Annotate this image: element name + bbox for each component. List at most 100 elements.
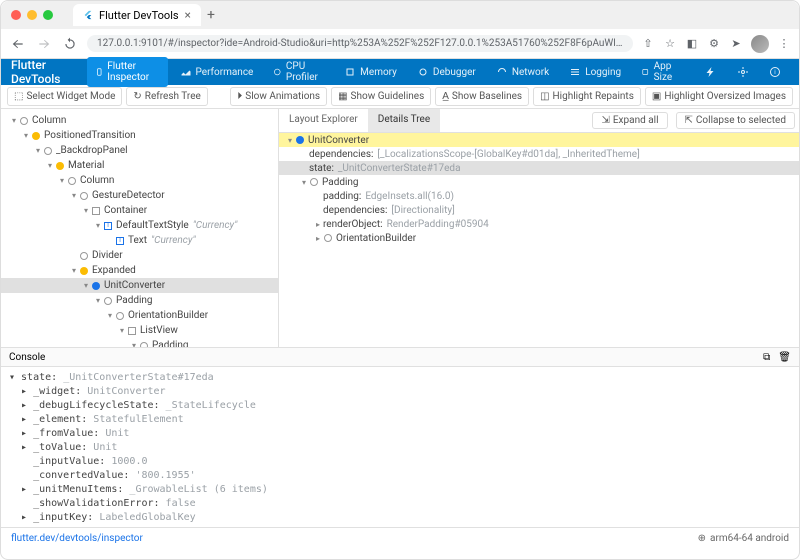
details-label: dependencies: xyxy=(323,205,387,216)
tree-row[interactable]: ▾Column xyxy=(1,173,278,188)
extension-icon[interactable]: ◧ xyxy=(685,37,699,51)
settings-icon[interactable] xyxy=(729,62,757,82)
tree-row[interactable]: ▾Container xyxy=(1,203,278,218)
tab-performance[interactable]: Performance xyxy=(172,62,262,82)
tree-row[interactable]: ▾Padding xyxy=(1,293,278,308)
arrow-icon[interactable]: ➤ xyxy=(729,37,743,51)
expander-icon[interactable]: ▾ xyxy=(285,136,295,145)
details-row[interactable]: ▸OrientationBuilder xyxy=(279,231,799,245)
expander-icon[interactable]: ▾ xyxy=(93,296,103,305)
expander-icon[interactable]: ▾ xyxy=(69,266,79,275)
console-output[interactable]: ▾ state: _UnitConverterState#17eda ▸ _wi… xyxy=(1,367,799,527)
expander-icon[interactable]: ▾ xyxy=(57,176,67,185)
close-tab-icon[interactable]: × xyxy=(185,8,191,22)
expander-icon[interactable]: ▾ xyxy=(105,311,115,320)
star-icon[interactable]: ☆ xyxy=(663,37,677,51)
minimize-window-button[interactable] xyxy=(27,10,37,20)
flutter-logo-icon xyxy=(83,10,93,20)
tab-debugger[interactable]: Debugger xyxy=(409,62,484,82)
expander-icon[interactable]: ▾ xyxy=(21,131,31,140)
tree-row[interactable]: ▾GestureDetector xyxy=(1,188,278,203)
list-icon xyxy=(569,66,581,78)
close-window-button[interactable] xyxy=(11,10,21,20)
details-row[interactable]: state:_UnitConverterState#17eda xyxy=(279,161,799,175)
expander-icon[interactable]: ▾ xyxy=(81,206,91,215)
tree-row[interactable]: ▾_BackdropPanel xyxy=(1,143,278,158)
tab-network[interactable]: Network xyxy=(488,62,557,82)
details-row[interactable]: ▾UnitConverter xyxy=(279,133,799,147)
tree-row[interactable]: ▾ OrientationBuilder xyxy=(1,308,278,323)
expand-all-button[interactable]: ⇲Expand all xyxy=(592,112,667,129)
node-label: OrientationBuilder xyxy=(128,310,208,321)
info-icon[interactable]: i xyxy=(761,62,789,82)
expander-icon[interactable]: ▾ xyxy=(33,146,43,155)
clear-console-icon[interactable]: 🗑 xyxy=(778,352,791,363)
details-row[interactable]: dependencies:[Directionality] xyxy=(279,203,799,217)
maximize-window-button[interactable] xyxy=(43,10,53,20)
show-baselines-button[interactable]: A̲Show Baselines xyxy=(435,87,529,106)
pointer-icon: ⬚ xyxy=(14,91,23,102)
refresh-tree-button[interactable]: ↻Refresh Tree xyxy=(126,87,207,106)
tab-logging[interactable]: Logging xyxy=(561,62,629,82)
docs-link[interactable]: flutter.dev/devtools/inspector xyxy=(11,533,143,544)
copy-icon[interactable]: ⧉ xyxy=(763,352,770,363)
expander-icon[interactable]: ▾ xyxy=(299,178,309,187)
share-icon[interactable]: ⇧ xyxy=(641,37,655,51)
tree-row[interactable]: ▾UnitConverter xyxy=(1,278,278,293)
highlight-repaints-button[interactable]: ◫Highlight Repaints xyxy=(533,87,641,106)
tree-row[interactable]: ▾TDefaultTextStyle"Currency" xyxy=(1,218,278,233)
slow-animations-button[interactable]: ⏵Slow Animations xyxy=(230,87,327,106)
tree-row[interactable]: TText"Currency" xyxy=(1,233,278,248)
new-tab-button[interactable]: + xyxy=(207,7,215,23)
url-field[interactable]: 127.0.0.1:9101/#/inspector?ide=Android-S… xyxy=(87,35,633,52)
expander-icon[interactable]: ▸ xyxy=(313,234,323,243)
tree-row[interactable]: ▾Padding xyxy=(1,338,278,347)
highlight-oversized-button[interactable]: ▣Highlight Oversized Images xyxy=(645,87,793,106)
profile-avatar[interactable] xyxy=(751,35,769,53)
expander-icon[interactable]: ▾ xyxy=(129,341,139,347)
tab-cpu-profiler[interactable]: CPU Profiler xyxy=(265,57,332,87)
collapse-to-selected-button[interactable]: ⇱Collapse to selected xyxy=(676,112,795,129)
expander-icon[interactable]: ▾ xyxy=(69,191,79,200)
show-guidelines-button[interactable]: ▦Show Guidelines xyxy=(331,87,431,106)
tab-flutter-inspector[interactable]: Flutter Inspector xyxy=(87,57,168,87)
tree-row[interactable]: ▾PositionedTransition xyxy=(1,128,278,143)
details-row[interactable]: ▸renderObject:RenderPadding#05904 xyxy=(279,217,799,231)
select-widget-mode-button[interactable]: ⬚Select Widget Mode xyxy=(7,87,122,106)
expander-icon[interactable]: ▾ xyxy=(117,326,127,335)
details-subtabs: Layout Explorer Details Tree ⇲Expand all… xyxy=(279,109,799,133)
collapse-icon: ⇱ xyxy=(685,115,693,126)
widget-tree-panel[interactable]: ▾Column▾PositionedTransition▾_BackdropPa… xyxy=(1,109,279,347)
tab-app-size[interactable]: App Size xyxy=(633,57,689,87)
node-label: Text xyxy=(128,235,147,246)
details-row[interactable]: padding:EdgeInsets.all(16.0) xyxy=(279,189,799,203)
kebab-menu-icon[interactable]: ⋮ xyxy=(777,37,791,51)
details-row[interactable]: dependencies:[_LocalizationsScope-[Globa… xyxy=(279,147,799,161)
gear-icon[interactable]: ⚙ xyxy=(707,37,721,51)
details-row[interactable]: ▾Padding xyxy=(279,175,799,189)
console-line: ▸ _inputKey: LabeledGlobalKey xyxy=(9,511,791,525)
expander-icon[interactable]: ▾ xyxy=(93,221,103,230)
expander-icon[interactable]: ▾ xyxy=(81,281,91,290)
browser-tab[interactable]: Flutter DevTools × xyxy=(73,4,201,26)
subtab-details-tree[interactable]: Details Tree xyxy=(368,109,440,132)
tree-row[interactable]: ▾Expanded xyxy=(1,263,278,278)
forward-button[interactable] xyxy=(35,35,53,53)
expander-icon[interactable]: ▸ xyxy=(313,220,323,229)
tab-memory[interactable]: Memory xyxy=(336,62,405,82)
back-button[interactable] xyxy=(9,35,27,53)
details-label: dependencies: xyxy=(309,149,373,160)
bolt-icon[interactable] xyxy=(697,62,725,82)
tree-row[interactable]: ▾Material xyxy=(1,158,278,173)
expander-icon[interactable]: ▾ xyxy=(45,161,55,170)
console-line: _showValidationError: false xyxy=(9,497,791,511)
node-label: Divider xyxy=(92,250,123,261)
reload-button[interactable] xyxy=(61,35,79,53)
tree-row[interactable]: ▾Column xyxy=(1,113,278,128)
expander-icon[interactable]: ▾ xyxy=(9,116,19,125)
details-tree[interactable]: ▾UnitConverterdependencies:[_Localizatio… xyxy=(279,133,799,347)
tree-row[interactable]: Divider xyxy=(1,248,278,263)
tree-row[interactable]: ▾ListView xyxy=(1,323,278,338)
subtab-layout-explorer[interactable]: Layout Explorer xyxy=(279,109,368,132)
refresh-icon: ↻ xyxy=(133,91,141,102)
